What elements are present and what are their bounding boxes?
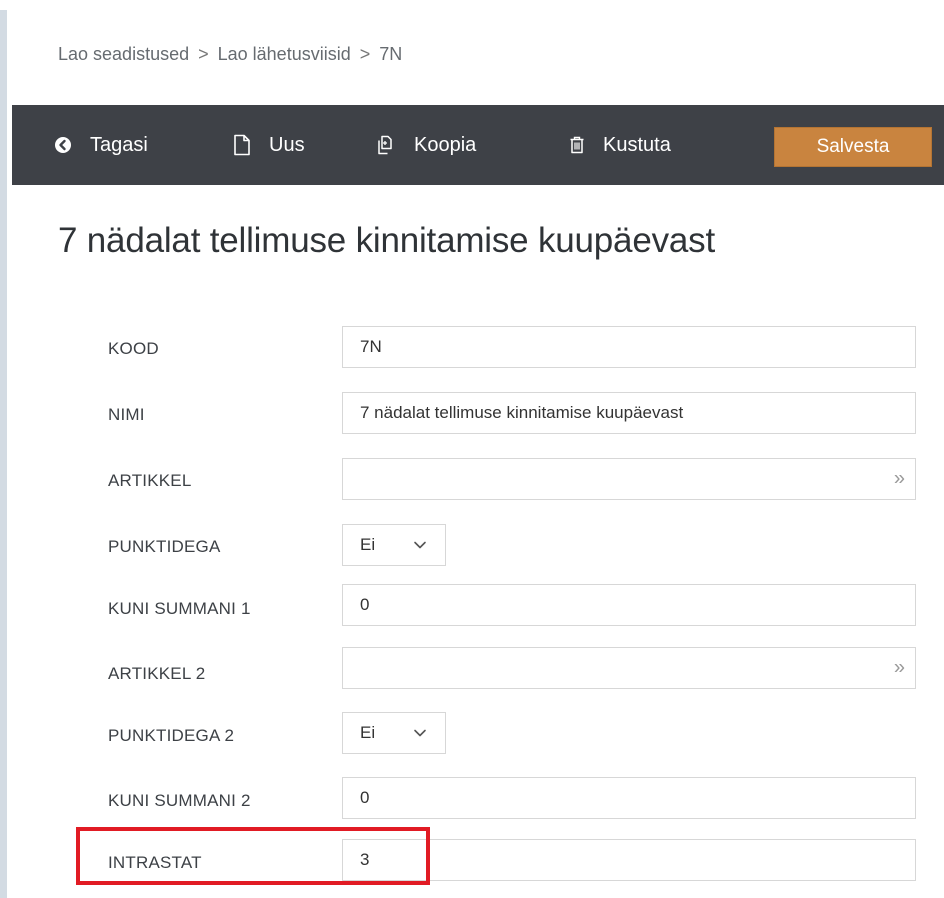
double-chevron-right-icon[interactable]: » [894, 468, 905, 491]
breadcrumb-item-lao-lahetusviisid[interactable]: Lao lähetusviisid [218, 44, 351, 64]
top-strip [0, 0, 944, 10]
back-button[interactable]: Tagasi [54, 105, 148, 185]
copy-label: Koopia [414, 133, 477, 156]
breadcrumb: Lao seadistused > Lao lähetusviisid >7N [58, 44, 402, 65]
left-border [0, 10, 7, 898]
field-label-kuni-summani-1: KUNI SUMMANI 1 [108, 599, 251, 618]
copy-icon [376, 135, 396, 155]
field-label-artikkel-2: ARTIKKEL 2 [108, 664, 206, 683]
punktidega-2-value: Ei [360, 723, 376, 742]
breadcrumb-separator: > [359, 44, 371, 64]
back-label: Tagasi [90, 133, 148, 156]
punktidega-select[interactable]: Ei [342, 524, 446, 566]
copy-button[interactable]: Koopia [376, 105, 476, 185]
page-title: 7 nädalat tellimuse kinnitamise kuupäeva… [58, 221, 715, 260]
punktidega-value: Ei [360, 535, 376, 554]
intrastat-highlight-box [76, 827, 430, 885]
field-label-punktidega: PUNKTIDEGA [108, 537, 221, 556]
kuni-summani-1-input[interactable]: 0 [342, 584, 916, 626]
delete-label: Kustuta [603, 133, 671, 156]
chevron-down-icon [414, 541, 426, 549]
kuni-summani-1-value: 0 [360, 595, 370, 614]
circle-arrow-left-icon [54, 136, 72, 154]
kuni-summani-2-input[interactable]: 0 [342, 777, 916, 819]
double-chevron-right-icon[interactable]: » [894, 657, 905, 680]
breadcrumb-separator: > [198, 44, 209, 64]
breadcrumb-item-lao-seadistused[interactable]: Lao seadistused [58, 44, 189, 64]
delete-button[interactable]: Kustuta [569, 105, 671, 185]
field-label-kood: KOOD [108, 339, 159, 358]
new-label: Uus [269, 133, 305, 156]
save-button[interactable]: Salvesta [774, 127, 932, 167]
new-button[interactable]: Uus [233, 105, 305, 185]
punktidega-2-select[interactable]: Ei [342, 712, 446, 754]
nimi-value: 7 nädalat tellimuse kinnitamise kuupäeva… [360, 403, 684, 422]
nimi-input[interactable]: 7 nädalat tellimuse kinnitamise kuupäeva… [342, 392, 916, 434]
kood-input[interactable]: 7N [342, 326, 916, 368]
field-label-punktidega-2: PUNKTIDEGA 2 [108, 726, 235, 745]
breadcrumb-item-current: 7N [379, 44, 403, 64]
document-icon [233, 134, 251, 156]
trash-icon [569, 136, 585, 154]
field-label-artikkel: ARTIKKEL [108, 471, 192, 490]
chevron-down-icon [414, 729, 426, 737]
app-window: Lao seadistused > Lao lähetusviisid >7N Tag… [0, 0, 944, 898]
artikkel-input[interactable]: » [342, 458, 916, 500]
field-label-nimi: NIMI [108, 405, 145, 424]
kood-value: 7N [360, 337, 382, 356]
field-label-kuni-summani-2: KUNI SUMMANI 2 [108, 791, 251, 810]
kuni-summani-2-value: 0 [360, 788, 370, 807]
artikkel-2-input[interactable]: » [342, 647, 916, 689]
